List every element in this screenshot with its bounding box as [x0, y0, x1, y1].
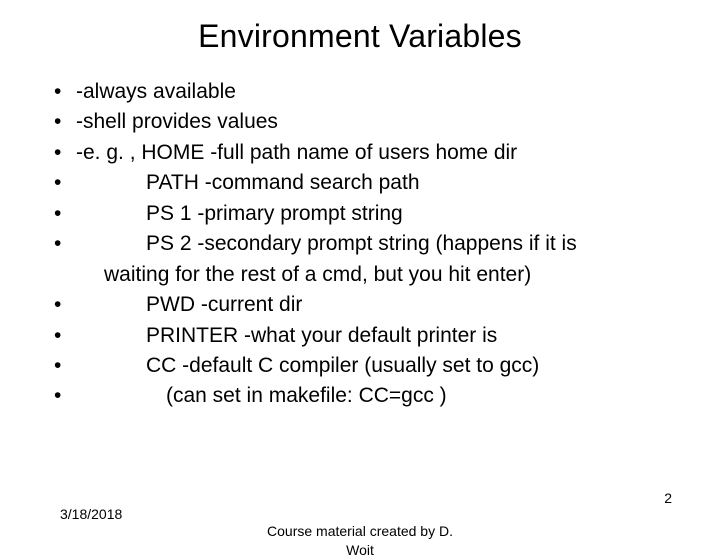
- bullet-text: PS 2 -secondary prompt string (happens i…: [76, 229, 577, 259]
- footer-page-number: 2: [664, 490, 672, 506]
- bullet-text: PWD -current dir: [76, 290, 302, 320]
- slide: Environment Variables -always available …: [0, 0, 720, 540]
- list-item: -shell provides values: [48, 107, 672, 137]
- footer-credit-line1: Course material created by D.: [267, 523, 453, 539]
- list-item: PATH -command search path: [48, 168, 672, 198]
- bullet-list: -always available -shell provides values…: [48, 77, 672, 412]
- bullet-text: PATH -command search path: [76, 168, 420, 198]
- bullet-text: PRINTER -what your default printer is: [76, 321, 497, 351]
- list-item: -always available: [48, 77, 672, 107]
- bullet-text-wrap: waiting for the rest of a cmd, but you h…: [76, 263, 531, 286]
- list-item: PWD -current dir: [48, 290, 672, 320]
- list-item: CC -default C compiler (usually set to g…: [48, 351, 672, 381]
- bullet-text: -e. g. , HOME -full path name of users h…: [76, 141, 517, 164]
- list-item: PRINTER -what your default printer is: [48, 321, 672, 351]
- bullet-text: -always available: [76, 80, 236, 103]
- footer-date: 3/18/2018: [60, 506, 122, 522]
- list-item: (can set in makefile: CC=gcc ): [48, 381, 672, 411]
- footer-credit: Course material created by D. Woit: [0, 522, 720, 560]
- footer-credit-line2: Woit: [346, 542, 374, 558]
- list-item: PS 1 -primary prompt string: [48, 199, 672, 229]
- bullet-text: PS 1 -primary prompt string: [76, 199, 403, 229]
- bullet-text: (can set in makefile: CC=gcc ): [76, 381, 447, 411]
- bullet-text: CC -default C compiler (usually set to g…: [76, 351, 539, 381]
- list-item: -e. g. , HOME -full path name of users h…: [48, 138, 672, 168]
- page-title: Environment Variables: [48, 18, 672, 55]
- bullet-text: -shell provides values: [76, 110, 278, 133]
- list-item: PS 2 -secondary prompt string (happens i…: [48, 229, 672, 290]
